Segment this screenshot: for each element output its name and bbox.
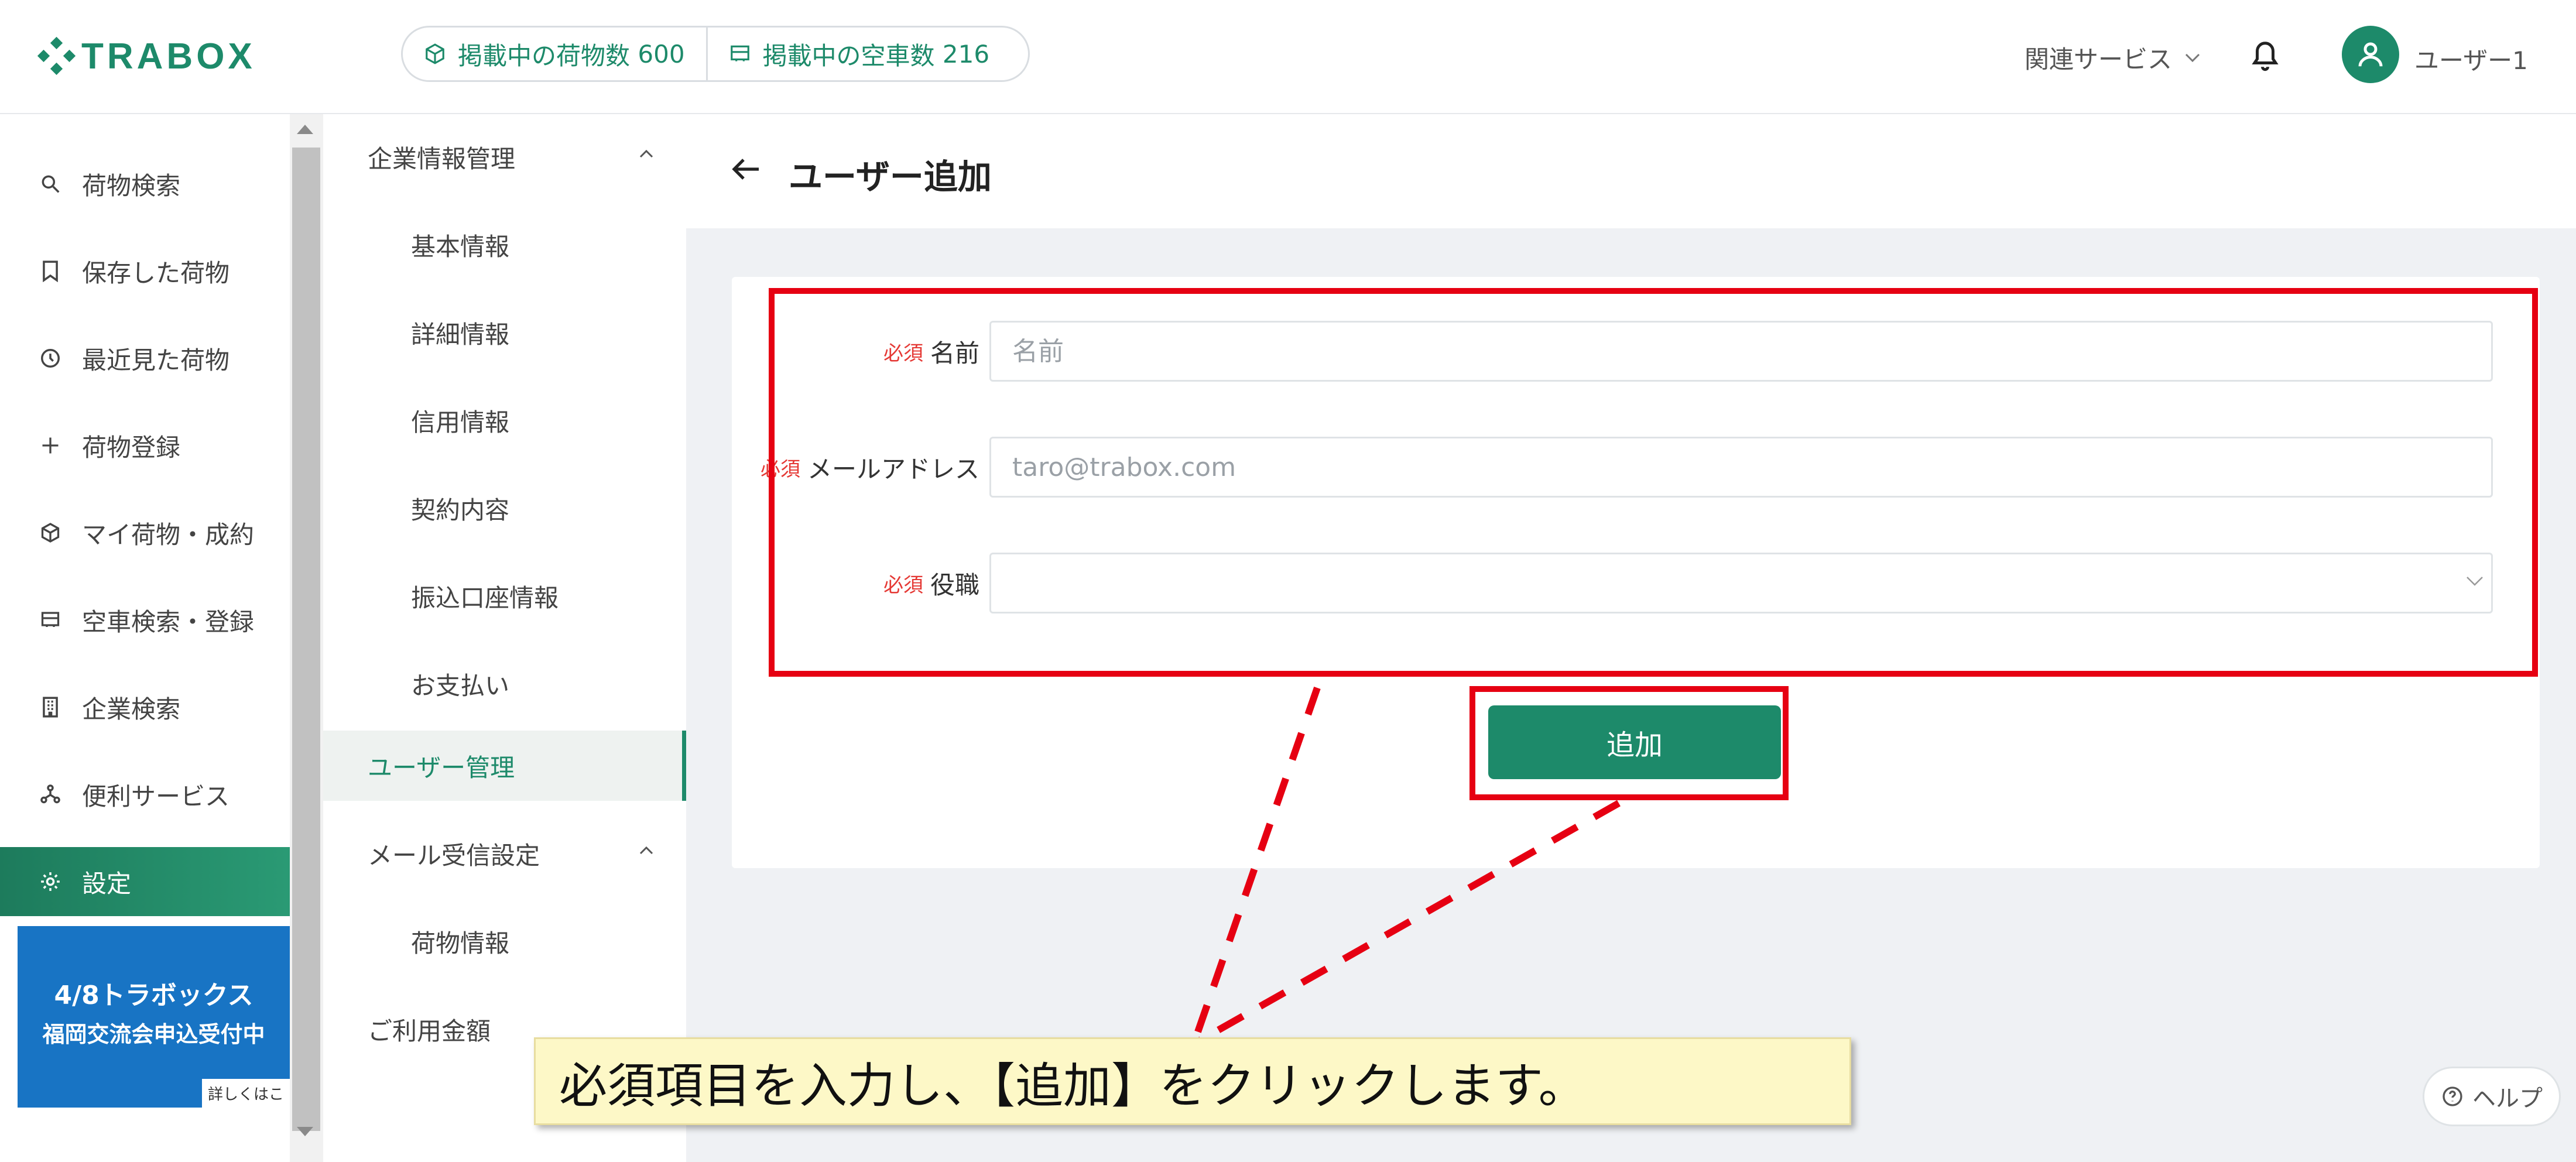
subnav-payment[interactable]: お支払い [323, 649, 686, 719]
bell-icon[interactable] [2249, 36, 2281, 74]
sidebar-item-label: 最近見た荷物 [82, 345, 230, 375]
related-services-label: 関連サービス [2025, 45, 2173, 74]
logo-text: TRABOX [81, 36, 256, 77]
chevron-up-icon [639, 846, 653, 855]
package-icon [426, 43, 444, 64]
avatar[interactable] [2342, 26, 2399, 83]
stat-trucks-count: 216 [942, 39, 990, 68]
subnav-item-label: 基本情報 [411, 232, 510, 261]
subnav-contract[interactable]: 契約内容 [323, 473, 686, 543]
subnav-item-label: 企業情報管理 [368, 144, 516, 173]
sidebar-scrollbar-thumb[interactable] [292, 148, 320, 1131]
sidebar-item-label: 空車検索・登録 [82, 607, 255, 636]
package-icon [41, 523, 60, 543]
sidebar-item-label: マイ荷物・成約 [82, 520, 255, 549]
subnav-item-label: 振込口座情報 [411, 583, 559, 612]
sidebar-item-settings[interactable]: 設定 [0, 847, 290, 916]
settings-subnav: 企業情報管理 基本情報 詳細情報 信用情報 契約内容 振込口座情報 お支払い ユ… [323, 114, 687, 1162]
truck-icon [41, 612, 60, 627]
listing-stats: 掲載中の荷物数 600 掲載中の空車数 216 [401, 26, 1030, 82]
gear-icon [41, 872, 60, 891]
plus-icon [42, 437, 59, 454]
stat-packages-label: 掲載中の荷物数 [458, 41, 631, 70]
sidebar-item-label: 企業検索 [82, 694, 181, 724]
sidebar-item-my-packages[interactable]: マイ荷物・成約 [0, 498, 290, 567]
sidebar-item-label: 保存した荷物 [82, 258, 230, 287]
back-arrow-icon[interactable] [731, 156, 761, 182]
truck-icon [730, 45, 749, 61]
sidebar-item-label: 設定 [82, 869, 132, 898]
subnav-item-label: ご利用金額 [368, 1016, 491, 1046]
subnav-item-label: お支払い [411, 671, 510, 700]
bookmark-icon [43, 260, 58, 282]
related-services-dropdown[interactable]: 関連サービス [2025, 40, 2200, 76]
sidebar-item-label: 荷物検索 [82, 171, 181, 200]
stat-packages-count: 600 [638, 39, 685, 68]
network-icon [40, 784, 60, 804]
history-icon [41, 349, 60, 368]
sidebar-item-label: 荷物登録 [82, 433, 181, 462]
chevron-down-icon [2185, 53, 2200, 62]
sidebar-item-truck-search[interactable]: 空車検索・登録 [0, 585, 290, 654]
subnav-basic-info[interactable]: 基本情報 [323, 210, 686, 280]
subnav-mail-settings[interactable]: メール受信設定 [323, 818, 686, 889]
banner-details-button[interactable]: 詳しくはこ [201, 1079, 290, 1108]
sidebar-item-label: 便利サービス [82, 781, 230, 811]
help-icon [2443, 1086, 2462, 1106]
subnav-user-management[interactable]: ユーザー管理 [323, 731, 686, 801]
subnav-item-label: 信用情報 [411, 407, 510, 437]
help-button[interactable]: ヘルプ [2423, 1067, 2561, 1126]
scroll-up-arrow-icon[interactable] [297, 125, 313, 134]
page-title-bar: ユーザー追加 [686, 114, 2576, 228]
subnav-item-label: 荷物情報 [411, 928, 510, 958]
subnav-detail-info[interactable]: 詳細情報 [323, 297, 686, 368]
sidebar-item-services[interactable]: 便利サービス [0, 760, 290, 829]
subnav-credit-info[interactable]: 信用情報 [323, 385, 686, 455]
user-icon [2358, 42, 2383, 67]
trabox-logo[interactable]: TRABOX [37, 34, 256, 78]
app-header: TRABOX 掲載中の荷物数 600 掲載中の空車数 216 関連サービス ユー… [0, 0, 2576, 114]
banner-line-2: 福岡交流会申込受付中 [42, 1022, 265, 1047]
page-title: ユーザー追加 [789, 157, 992, 197]
stat-packages[interactable]: 掲載中の荷物数 600 [403, 28, 706, 80]
stat-trucks-label: 掲載中の空車数 [762, 41, 935, 70]
annotation-form-highlight [769, 288, 2538, 677]
sidebar-item-register-package[interactable]: 荷物登録 [0, 411, 290, 480]
subnav-company-info[interactable]: 企業情報管理 [323, 122, 686, 192]
scroll-down-arrow-icon[interactable] [297, 1127, 313, 1136]
building-icon [43, 697, 58, 718]
stat-trucks[interactable]: 掲載中の空車数 216 [705, 28, 1011, 80]
instruction-callout: 必須項目を入力し、【追加】をクリックします。 [534, 1037, 1851, 1125]
sidebar-item-recent-packages[interactable]: 最近見た荷物 [0, 324, 290, 393]
event-banner[interactable]: 4/8トラボックス 福岡交流会申込受付中 詳しくはこ [18, 926, 290, 1108]
main-sidebar: 荷物検索 保存した荷物 最近見た荷物 荷物登録 マイ荷物・成約 空車検索・登録 … [0, 114, 290, 1162]
subnav-package-info[interactable]: 荷物情報 [323, 906, 686, 976]
annotation-button-highlight [1469, 686, 1789, 800]
sidebar-item-saved-packages[interactable]: 保存した荷物 [0, 236, 290, 306]
search-icon [42, 175, 60, 193]
sidebar-item-package-search[interactable]: 荷物検索 [0, 149, 290, 218]
subnav-item-label: 契約内容 [411, 495, 510, 525]
subnav-item-label: メール受信設定 [368, 841, 540, 870]
help-label: ヘルプ [2472, 1085, 2543, 1112]
user-name[interactable]: ユーザー1 [2414, 41, 2528, 77]
subnav-item-label: 詳細情報 [411, 320, 510, 349]
banner-line-1: 4/8トラボックス [54, 981, 254, 1010]
subnav-item-label: ユーザー管理 [368, 753, 515, 782]
chevron-up-icon [639, 150, 653, 158]
subnav-bank-account[interactable]: 振込口座情報 [323, 561, 686, 631]
logo-mark-icon [37, 36, 76, 76]
sidebar-item-company-search[interactable]: 企業検索 [0, 673, 290, 742]
